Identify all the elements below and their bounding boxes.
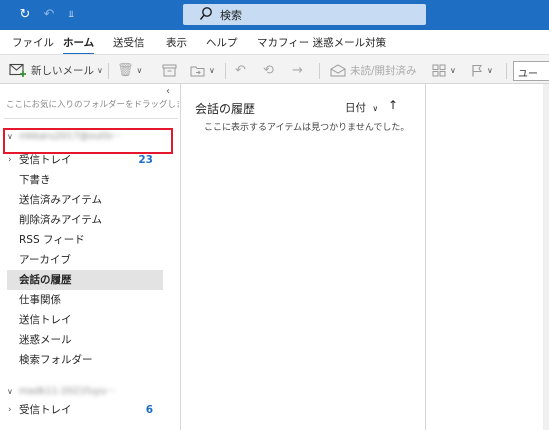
categorize-button[interactable]: ∨ xyxy=(432,60,456,80)
folder-sent[interactable]: 送信済みアイテム xyxy=(7,190,163,210)
ribbon-divider xyxy=(108,63,109,79)
sort-by-button[interactable]: 日付 ∨ xyxy=(345,100,378,115)
empty-list-message: ここに表示するアイテムは見つかりませんでした。 xyxy=(204,123,410,133)
folder-label: アーカイブ xyxy=(19,254,71,266)
mark-read-label: 未読/開封済み xyxy=(350,64,417,77)
ribbon-toolbar: 新しいメール ∨ 🗑︎ ∨ ∨ ↶ ⟲ → 未読/開封済み ∨ ∨ ユー xyxy=(0,54,549,84)
folder-drafts[interactable]: 下書き xyxy=(7,170,163,190)
categorize-icon xyxy=(432,64,446,76)
reading-pane xyxy=(426,84,549,430)
folder-deleted[interactable]: 削除済みアイテム xyxy=(7,210,163,230)
tab-home[interactable]: ホーム xyxy=(63,35,95,55)
open-envelope-icon xyxy=(330,63,346,76)
scrollbar[interactable] xyxy=(543,84,549,430)
folder-label: 仕事関係 xyxy=(19,294,61,306)
tab-help[interactable]: ヘルプ xyxy=(206,35,238,50)
favorites-drop-hint: ここにお気に入りのフォルダーをドラッグします xyxy=(6,100,179,110)
title-bar: ↻ ↶ ⫫ 検索 xyxy=(0,0,549,30)
folder-junk[interactable]: 迷惑メール xyxy=(7,330,163,350)
search-people-input[interactable]: ユー xyxy=(513,61,549,81)
flag-icon xyxy=(472,64,482,76)
unread-count: 6 xyxy=(145,404,153,416)
chevron-down-icon[interactable]: ∨ xyxy=(487,66,493,75)
move-folder-icon xyxy=(190,66,205,76)
forward-button[interactable]: → xyxy=(292,60,303,80)
folder-conversation-history[interactable]: 会話の履歴 xyxy=(7,270,163,290)
delete-button[interactable]: 🗑︎ ∨ xyxy=(117,60,142,80)
folder-label: 迷惑メール xyxy=(19,334,72,346)
folder-outbox[interactable]: 送信トレイ xyxy=(7,310,163,330)
reply-all-button[interactable]: ⟲ xyxy=(263,60,274,80)
search-box[interactable]: 検索 xyxy=(183,4,426,25)
folder-label: 送信済みアイテム xyxy=(19,194,102,206)
move-button[interactable]: ∨ xyxy=(190,60,215,80)
reply-all-icon: ⟲ xyxy=(263,62,274,78)
chevron-down-icon[interactable]: ∨ xyxy=(450,66,456,75)
favorites-divider xyxy=(4,118,178,119)
sync-icon[interactable]: ↻ xyxy=(16,6,34,24)
archive-button[interactable] xyxy=(162,60,177,80)
chevron-down-icon[interactable]: ∨ xyxy=(209,66,215,75)
new-mail-button[interactable]: 新しいメール ∨ xyxy=(9,60,103,80)
folder-label: 受信トレイ xyxy=(19,154,72,166)
chevron-right-icon[interactable]: › xyxy=(8,400,12,420)
follow-up-button[interactable]: ∨ xyxy=(471,60,493,80)
folder-label: 削除済みアイテム xyxy=(19,214,102,226)
folder-rss[interactable]: RSS フィード xyxy=(7,230,163,250)
list-title: 会話の履歴 xyxy=(195,102,256,116)
collapse-pane-icon[interactable]: ‹ xyxy=(166,86,170,97)
archive-icon xyxy=(162,64,177,76)
folder-work[interactable]: 仕事関係 xyxy=(7,290,163,310)
forward-icon: → xyxy=(292,62,303,78)
chevron-down-icon[interactable]: ∨ xyxy=(7,387,13,396)
new-mail-icon xyxy=(9,63,26,77)
ribbon-divider xyxy=(319,63,320,79)
chevron-down-icon: ∨ xyxy=(372,104,379,113)
account-name[interactable]: madk11-2021fuyu··· xyxy=(19,386,115,397)
folder-label: 検索フォルダー xyxy=(19,354,93,366)
tab-send-receive[interactable]: 送受信 xyxy=(113,35,145,50)
folder-archive[interactable]: アーカイブ xyxy=(7,250,163,270)
folder-pane: ‹ ここにお気に入りのフォルダーをドラッグします ∨ mkkaru2017@ou… xyxy=(0,84,181,430)
message-list-pane: 会話の履歴 日付 ∨ ↑ ここに表示するアイテムは見つかりませんでした。 xyxy=(181,84,426,430)
folder-label: 送信トレイ xyxy=(19,314,72,326)
tab-mcafee-antispam[interactable]: マカフィー 迷惑メール対策 xyxy=(257,35,386,50)
folder-label: 下書き xyxy=(19,174,51,186)
mark-read-button[interactable]: 未読/開封済み xyxy=(330,60,417,80)
chevron-down-icon[interactable]: ∨ xyxy=(97,66,103,75)
search-placeholder: 検索 xyxy=(220,9,242,22)
sort-direction-icon[interactable]: ↑ xyxy=(388,98,398,112)
folder-label: 会話の履歴 xyxy=(19,274,72,286)
folder-inbox-account2[interactable]: › 受信トレイ 6 xyxy=(7,400,163,420)
folder-label: 受信トレイ xyxy=(19,404,72,416)
folder-search-folders[interactable]: 検索フォルダー xyxy=(7,350,163,370)
undo-icon[interactable]: ↶ xyxy=(40,6,58,24)
trash-icon: 🗑︎ xyxy=(117,62,134,78)
ribbon-divider xyxy=(506,63,507,79)
chevron-down-icon[interactable]: ∨ xyxy=(137,66,143,75)
chevron-right-icon[interactable]: › xyxy=(8,150,12,170)
unread-count: 23 xyxy=(138,154,153,166)
reply-button[interactable]: ↶ xyxy=(235,60,246,80)
folder-inbox[interactable]: › 受信トレイ 23 xyxy=(7,150,163,170)
customize-quick-access-icon[interactable]: ⫫ xyxy=(62,6,80,24)
search-icon xyxy=(199,7,212,20)
new-mail-label: 新しいメール xyxy=(31,64,94,77)
ribbon-divider xyxy=(225,63,226,79)
tab-file[interactable]: ファイル xyxy=(12,35,54,50)
folder-label: RSS フィード xyxy=(19,234,85,246)
reply-icon: ↶ xyxy=(235,62,246,78)
sort-label: 日付 xyxy=(345,102,366,114)
tab-view[interactable]: 表示 xyxy=(166,35,187,50)
ribbon-tabs: ファイル ホーム 送受信 表示 ヘルプ マカフィー 迷惑メール対策 xyxy=(0,30,549,55)
